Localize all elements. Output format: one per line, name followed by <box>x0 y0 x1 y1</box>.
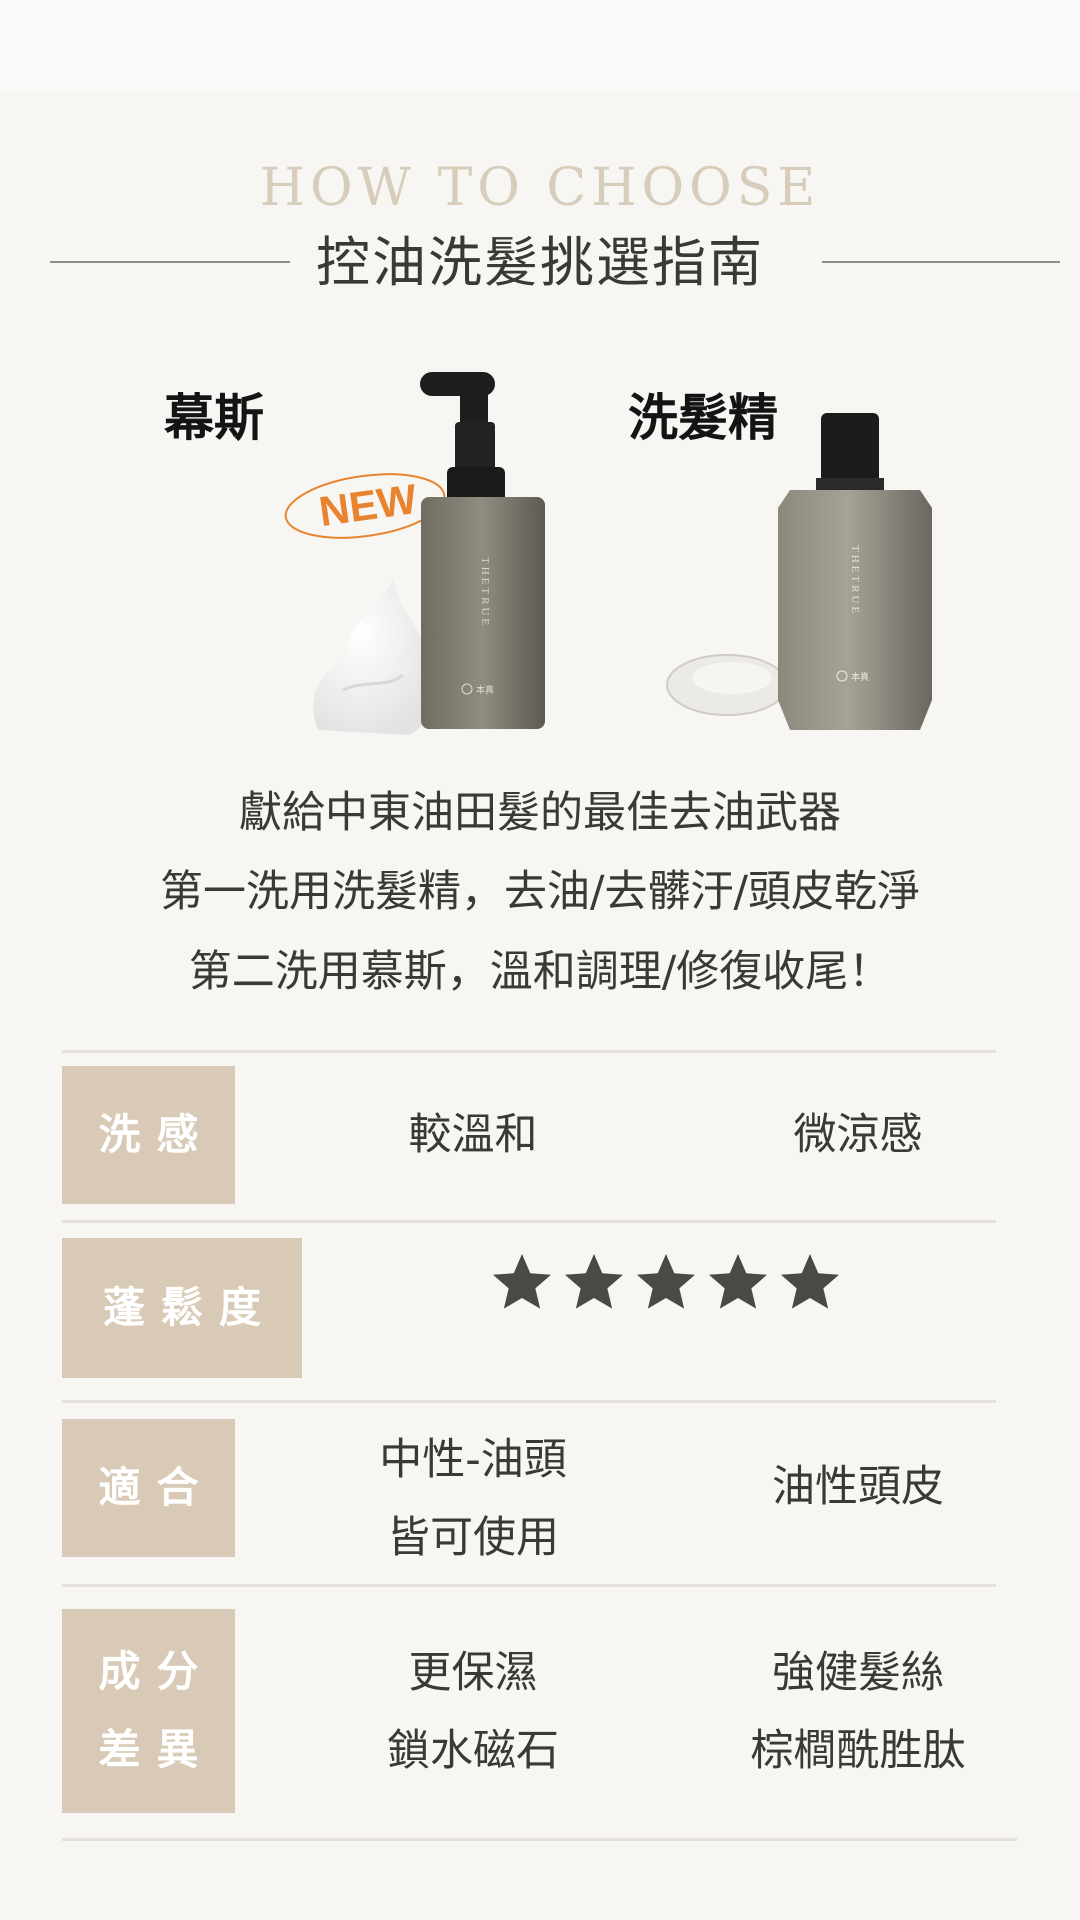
shampoo-bottle-image: THETRUE 本真 <box>778 413 932 730</box>
row-divider <box>62 1400 996 1403</box>
mousse-bottle-image: THETRUE 本真 <box>420 372 545 729</box>
row-label-suitable: 適合 <box>62 1419 235 1557</box>
row-label-ingredients-line-1: 成分 <box>98 1647 215 1696</box>
tagline-line-2: 第一洗用洗髮精，去油/去髒汙/頭皮乾淨 <box>160 867 920 917</box>
mousse-wash-feel: 較溫和 <box>408 1110 538 1160</box>
row-label-ingredients: 成分 差異 <box>62 1609 235 1813</box>
shampoo-ingredients: 強健髮絲 棕櫚酰胜肽 <box>668 1634 1048 1790</box>
shampoo-wash-feel: 微涼感 <box>793 1110 923 1160</box>
eyebrow-heading: HOW TO CHOOSE <box>259 158 821 218</box>
mousse-ingredients-line-2: 鎖水磁石 <box>387 1726 559 1776</box>
row-divider <box>62 1584 996 1587</box>
shampoo-ingredients-line-2: 棕櫚酰胜肽 <box>750 1726 966 1776</box>
row-label-volume: 蓬鬆度 <box>62 1238 302 1378</box>
row-label-wash-feel: 洗感 <box>62 1066 235 1204</box>
mousse-bottle-logo: 本真 <box>476 684 494 696</box>
mousse-ingredients-line-1: 更保濕 <box>408 1648 538 1698</box>
row-divider <box>62 1838 1017 1841</box>
gel-puddle-image <box>666 654 782 716</box>
title-row: 控油洗髮挑選指南 <box>0 228 1080 298</box>
tagline-line-3: 第二洗用慕斯，溫和調理/修復收尾！ <box>188 947 892 997</box>
shampoo-ingredients-line-1: 強健髮絲 <box>772 1648 944 1698</box>
row-label-ingredients-line-2: 差異 <box>98 1725 215 1774</box>
new-badge-text: NEW <box>316 475 420 535</box>
mousse-ingredients: 更保濕 鎖水磁石 <box>283 1634 663 1790</box>
tagline-line-1: 獻給中東油田髮的最佳去油武器 <box>239 788 841 838</box>
star-icon <box>636 1254 696 1309</box>
shampoo-label: 洗髮精 <box>628 389 778 447</box>
shampoo-suitable: 油性頭皮 <box>772 1462 944 1512</box>
page-title: 控油洗髮挑選指南 <box>316 231 764 294</box>
mousse-label: 幕斯 <box>164 389 264 447</box>
shampoo-bottle-brand: THETRUE <box>849 545 861 616</box>
star-icon <box>780 1254 840 1309</box>
mousse-bottle-brand: THETRUE <box>479 557 491 628</box>
star-icon <box>492 1254 552 1309</box>
shampoo-bottle-logo: 本真 <box>851 671 869 683</box>
star-icon <box>564 1254 624 1309</box>
mousse-suitable: 中性-油頭 皆可使用 <box>283 1421 663 1577</box>
title-divider-right <box>822 261 1060 263</box>
row-divider <box>62 1050 996 1053</box>
volume-rating <box>490 1250 842 1314</box>
row-divider <box>62 1220 996 1223</box>
top-band <box>0 0 1080 92</box>
mousse-suitable-line-2: 皆可使用 <box>387 1513 559 1563</box>
star-icon <box>708 1254 768 1309</box>
mousse-suitable-line-1: 中性-油頭 <box>379 1435 567 1485</box>
